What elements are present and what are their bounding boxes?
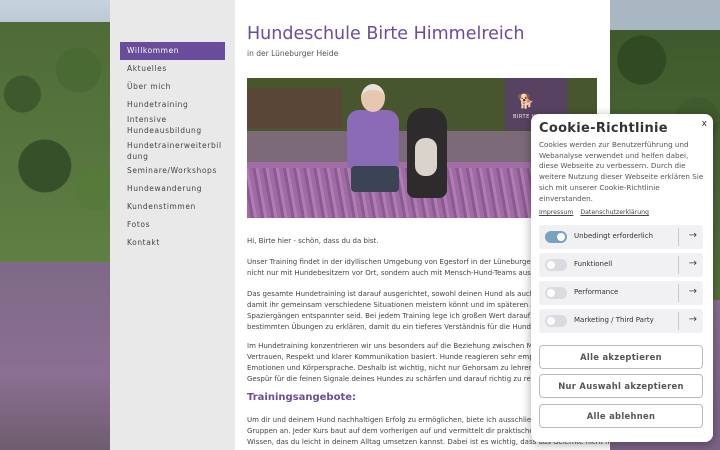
- cookie-title: Cookie-Richtlinie: [539, 121, 668, 136]
- text-line: Gespür für die feinen Signale deines Hun…: [247, 375, 553, 383]
- divider: [678, 312, 679, 330]
- text-line: Im Hundetraining konzentrieren wir uns b…: [247, 342, 554, 350]
- cookie-option-functional[interactable]: Funktionell →: [539, 253, 703, 277]
- toggle-switch[interactable]: [545, 231, 567, 243]
- text-line: damit ihr gemeinsam verschiedene Situati…: [247, 301, 551, 309]
- hero-person-head: [361, 84, 385, 112]
- cookie-links: Impressum Datenschutzerklärung: [539, 209, 654, 216]
- nav-item-willkommen[interactable]: Willkommen: [120, 42, 225, 60]
- toggle-knob: [547, 289, 555, 297]
- cookie-option-label: Unbedingt erforderlich: [574, 232, 654, 240]
- text-line: nicht nur mit Hundebesitzern vor Ort, so…: [247, 269, 550, 277]
- divider: [678, 284, 679, 302]
- arrow-right-icon[interactable]: →: [689, 314, 697, 326]
- accept-all-button[interactable]: Alle akzeptieren: [539, 345, 703, 369]
- toggle-knob: [547, 261, 555, 269]
- nav-item-kontakt[interactable]: Kontakt: [120, 234, 225, 252]
- text-line: Das gesamte Hundetraining ist darauf aus…: [247, 290, 552, 298]
- nav-item-label: dung: [127, 151, 149, 161]
- hero-person-legs: [351, 166, 399, 192]
- close-icon[interactable]: x: [702, 119, 707, 129]
- background-trees-left: [0, 22, 112, 262]
- text-line: Emotionen und Körpersprache. Deshalb ist…: [247, 364, 555, 372]
- text-line: bestimmten Übungen zu erklären, damit du…: [247, 323, 553, 331]
- arrow-right-icon[interactable]: →: [689, 230, 697, 242]
- nav-item-label: Hundetrainerweiterbil: [127, 141, 222, 150]
- cookie-description: Cookies werden zur Benutzerführung und W…: [539, 140, 704, 203]
- nav-item-kundenstimmen[interactable]: Kundenstimmen: [120, 198, 225, 216]
- nav-item-ueber-mich[interactable]: Über mich: [120, 78, 225, 96]
- nav-item-hundewanderung[interactable]: Hundewanderung: [120, 180, 225, 198]
- sidebar: Willkommen Aktuelles Über mich Hundetrai…: [110, 0, 235, 450]
- hero-person: [347, 110, 399, 168]
- dog-logo-icon: 🐕: [517, 94, 535, 110]
- cookie-option-label: Marketing / Third Party: [574, 316, 654, 324]
- site-subtitle: in der Lüneburger Heide: [247, 49, 339, 58]
- hero-hut: [247, 88, 342, 128]
- paragraph-2: Das gesamte Hundetraining ist darauf aus…: [247, 289, 557, 333]
- cookie-option-label: Performance: [574, 288, 619, 296]
- cookie-dialog: Cookie-Richtlinie x Cookies werden zur B…: [531, 114, 713, 442]
- nav-item-seminare-workshops[interactable]: Seminare/Workshops: [120, 162, 225, 180]
- accept-selection-button[interactable]: Nur Auswahl akzeptieren: [539, 374, 703, 398]
- cookie-option-marketing[interactable]: Marketing / Third Party →: [539, 309, 703, 333]
- nav-item-hundetrainerweiterbildung[interactable]: Hundetrainerweiterbil dung: [120, 136, 225, 162]
- cookie-option-required[interactable]: Unbedingt erforderlich →: [539, 225, 703, 249]
- nav-item-label: Intensive: [127, 115, 167, 124]
- paragraph-3: Im Hundetraining konzentrieren wir uns b…: [247, 341, 554, 385]
- hero-dog-chest: [415, 138, 437, 176]
- greeting-text: Hi, Birte hier - schön, dass du da bist.: [247, 237, 379, 245]
- arrow-right-icon[interactable]: →: [689, 258, 697, 270]
- reject-all-button[interactable]: Alle ablehnen: [539, 404, 703, 428]
- nav-item-hundetraining[interactable]: Hundetraining: [120, 96, 225, 114]
- toggle-switch[interactable]: [545, 259, 567, 271]
- cookie-option-label: Funktionell: [574, 260, 613, 268]
- cookie-option-performance[interactable]: Performance →: [539, 281, 703, 305]
- toggle-knob: [547, 317, 555, 325]
- text-line: Spaziergängen entspannter seid. Bei jede…: [247, 312, 557, 320]
- divider: [678, 256, 679, 274]
- toggle-switch[interactable]: [545, 315, 567, 327]
- toggle-knob: [557, 233, 565, 241]
- text-line: Unser Training findet in der idyllischen…: [247, 258, 557, 266]
- nav-item-label: Hundeausbildung: [127, 125, 202, 135]
- nav-item-aktuelles[interactable]: Aktuelles: [120, 60, 225, 78]
- main-nav: Willkommen Aktuelles Über mich Hundetrai…: [120, 42, 225, 252]
- impressum-link[interactable]: Impressum: [539, 209, 573, 216]
- nav-item-intensive-hundeausbildung[interactable]: Intensive Hundeausbildung: [120, 114, 225, 136]
- background-heath-left: [0, 262, 112, 450]
- nav-item-fotos[interactable]: Fotos: [120, 216, 225, 234]
- toggle-switch[interactable]: [545, 287, 567, 299]
- datenschutz-link[interactable]: Datenschutzerklärung: [580, 209, 649, 216]
- arrow-right-icon[interactable]: →: [689, 286, 697, 298]
- divider: [678, 228, 679, 246]
- site-title: Hundeschule Birte Himmelreich: [247, 24, 525, 44]
- paragraph-1: Unser Training findet in der idyllischen…: [247, 257, 556, 279]
- text-line: Vertrauen, Respekt und klarer Kommunikat…: [247, 353, 551, 361]
- section-heading-training: Trainingsangebote:: [247, 392, 357, 403]
